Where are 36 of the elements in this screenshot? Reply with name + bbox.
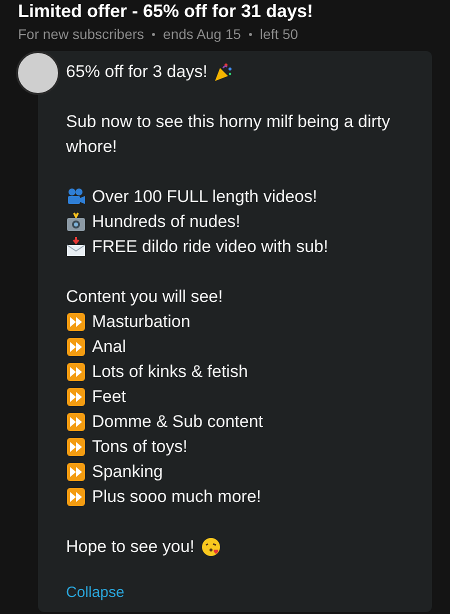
fast-forward-icon xyxy=(66,486,86,506)
collapse-link[interactable]: Collapse xyxy=(66,584,124,601)
message-text: FREE dildo ride video with sub! xyxy=(92,236,328,258)
message-text: Spanking xyxy=(92,461,163,483)
fast-forward-icon xyxy=(66,336,86,356)
fast-forward-icon xyxy=(66,412,86,432)
camera-flash-icon xyxy=(66,212,86,232)
message-text: 65% off for 3 days! xyxy=(66,61,208,83)
party-popper-icon xyxy=(213,62,234,82)
offer-title: Limited offer - 65% off for 31 days! xyxy=(17,0,314,22)
message-text: Plus sooo much more! xyxy=(92,486,262,508)
fast-forward-icon xyxy=(66,362,86,382)
fast-forward-icon xyxy=(66,386,86,406)
message-text: Over 100 FULL length videos! xyxy=(92,186,318,208)
message-text: Sub now to see this horny milf being a dirty whore! xyxy=(66,111,392,158)
message-text: Lots of kinks & fetish xyxy=(92,361,248,383)
separator-dot xyxy=(248,32,252,36)
message-text: Hundreds of nudes! xyxy=(92,211,240,233)
avatar[interactable] xyxy=(16,51,60,95)
kissing-face-icon xyxy=(200,536,221,556)
message-text: Tons of toys! xyxy=(92,436,188,458)
message-text: Hope to see you! xyxy=(66,536,195,558)
offer-meta-text: left 50 xyxy=(260,26,298,42)
message-text: Masturbation xyxy=(92,311,190,333)
envelope-arrow-icon xyxy=(66,236,86,256)
message-text: Content you will see! xyxy=(66,286,223,308)
message-text: Feet xyxy=(92,386,126,408)
offer-meta-text: For new subscribers xyxy=(18,26,144,42)
fast-forward-icon xyxy=(66,312,86,332)
fast-forward-icon xyxy=(66,436,86,456)
offer-meta-text: ends Aug 15 xyxy=(163,26,241,42)
movie-camera-icon xyxy=(66,186,86,206)
separator-dot xyxy=(152,32,156,36)
fast-forward-icon xyxy=(66,462,86,482)
message-text: Anal xyxy=(92,336,126,358)
message-text: Domme & Sub content xyxy=(92,411,264,433)
